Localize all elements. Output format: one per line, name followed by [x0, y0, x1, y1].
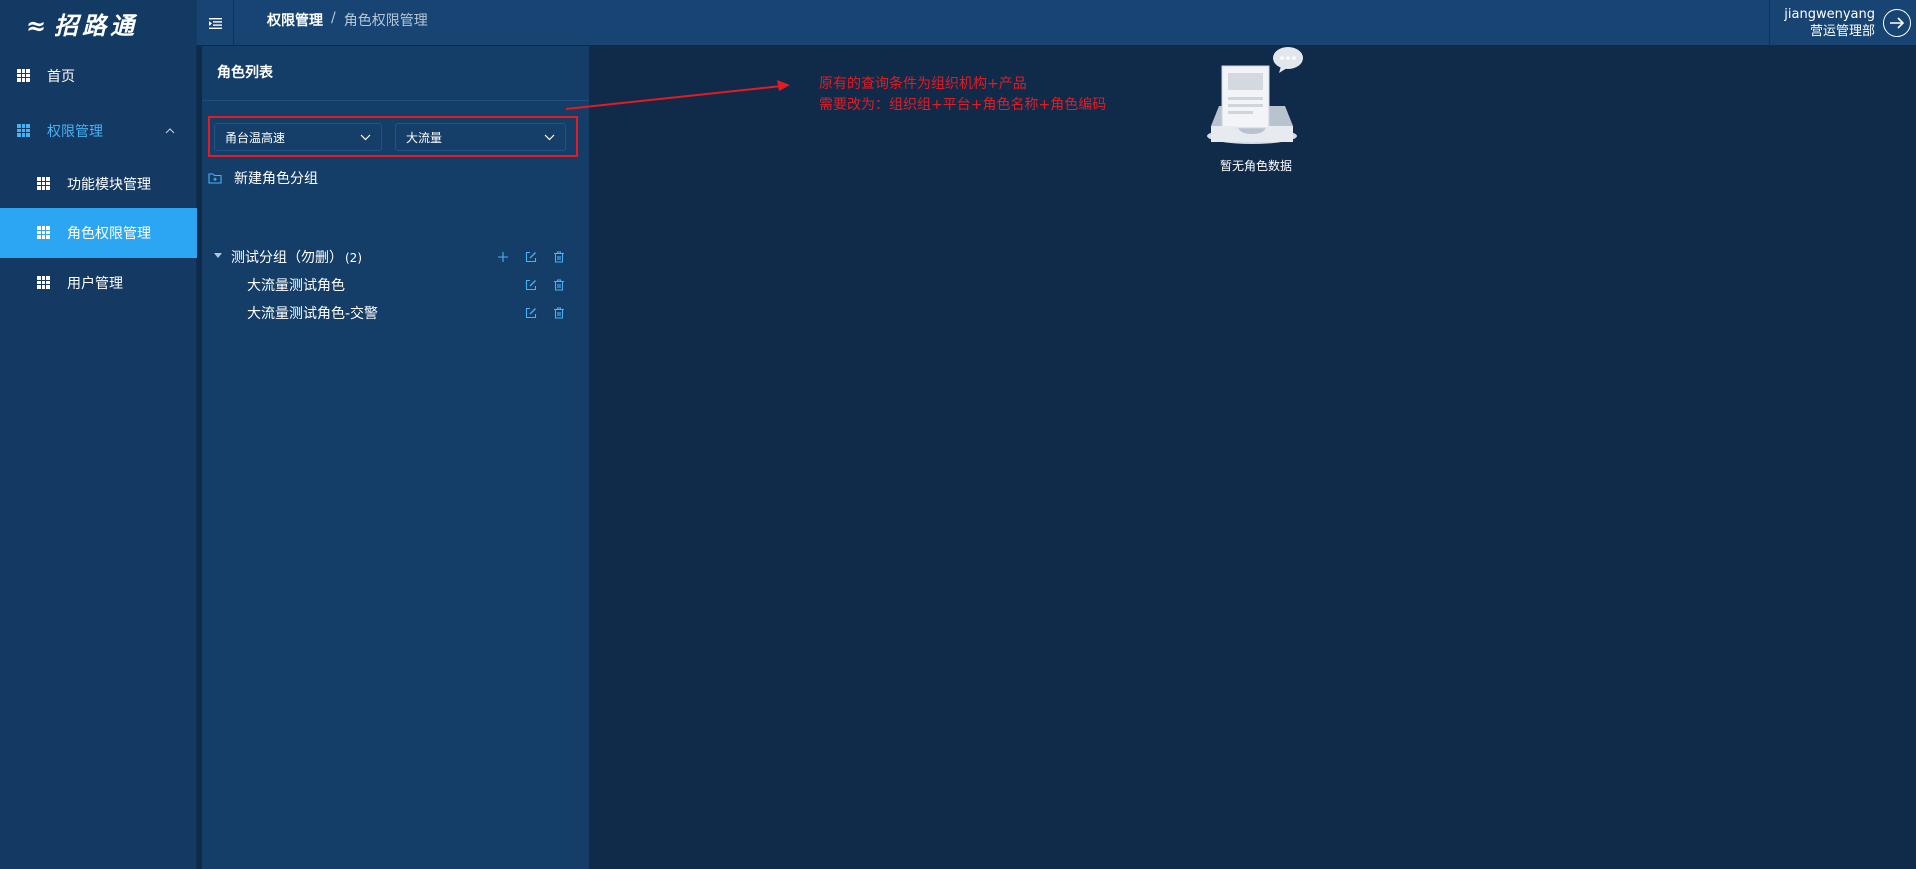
logo-swoosh-icon: ≈: [26, 10, 51, 40]
sidebar: 首页 权限管理 功能模块管理 角色权限管理 用户管理: [0, 46, 197, 869]
tree-role-row: 大流量测试角色-交警: [202, 302, 589, 324]
sidebar-item-label: 用户管理: [67, 276, 123, 292]
app-logo[interactable]: ≈ 招路通: [0, 0, 197, 46]
role-list-panel: 角色列表 甬台温高速 大流量 新建角色分组 测试分组（勿删） (2) 大流量测试…: [202, 46, 589, 869]
edit-icon[interactable]: [525, 279, 537, 291]
sidebar-item-label: 角色权限管理: [67, 226, 151, 242]
product-select-value: 大流量: [406, 130, 443, 145]
sidebar-item-module-management[interactable]: 功能模块管理: [0, 159, 197, 209]
folder-add-icon: [208, 173, 222, 184]
grid-icon: [37, 276, 50, 289]
grid-icon: [37, 177, 50, 190]
edit-icon[interactable]: [525, 251, 537, 263]
breadcrumb-separator: /: [331, 10, 336, 26]
logout-arrow-icon: [1890, 17, 1905, 29]
breadcrumb: 权限管理 / 角色权限管理: [267, 10, 428, 30]
new-role-group-label: 新建角色分组: [234, 171, 318, 187]
menu-fold-icon: [208, 17, 222, 29]
sidebar-item-label: 首页: [47, 69, 75, 85]
logo-text: 招路通: [54, 10, 139, 40]
edit-icon[interactable]: [525, 307, 537, 319]
grid-icon: [17, 69, 30, 82]
organization-select-value: 甬台温高速: [225, 130, 286, 145]
annotation-line-1: 原有的查询条件为组织机构+产品: [819, 76, 1027, 92]
delete-icon[interactable]: [553, 251, 565, 263]
panel-title: 角色列表: [217, 65, 273, 81]
caret-down-icon[interactable]: [214, 253, 222, 259]
annotation-line-2: 需要改为：组织组+平台+角色名称+角色编码: [819, 97, 1107, 113]
sidebar-item-label: 功能模块管理: [67, 177, 151, 193]
sidebar-item-home[interactable]: 首页: [0, 51, 197, 101]
chevron-down-icon: [360, 134, 371, 141]
tree-group-label[interactable]: 测试分组（勿删） (2): [231, 247, 362, 267]
divider: [202, 100, 589, 101]
chevron-down-icon: [544, 134, 555, 141]
sidebar-item-permission[interactable]: 权限管理: [0, 106, 197, 156]
product-select[interactable]: 大流量: [395, 123, 566, 151]
grid-icon: [37, 226, 50, 239]
user-info: jiangwenyang 营运管理部: [1784, 6, 1875, 40]
organization-select[interactable]: 甬台温高速: [214, 123, 382, 151]
add-icon[interactable]: [497, 251, 509, 263]
breadcrumb-parent[interactable]: 权限管理: [267, 10, 323, 30]
group-count: (2): [345, 251, 362, 265]
tree-role-row: 大流量测试角色: [202, 274, 589, 296]
sidebar-item-label: 权限管理: [47, 124, 103, 140]
group-name: 测试分组（勿删）: [231, 250, 343, 266]
empty-state-text: 暂无角色数据: [1219, 159, 1292, 173]
user-department: 营运管理部: [1809, 24, 1875, 39]
new-role-group-button[interactable]: 新建角色分组: [208, 168, 318, 188]
sidebar-item-user-management[interactable]: 用户管理: [0, 258, 197, 308]
top-header: ≈ 招路通 权限管理 / 角色权限管理 jiangwenyang 营运管理部: [0, 0, 1916, 46]
role-name[interactable]: 大流量测试角色: [247, 275, 345, 295]
breadcrumb-current: 角色权限管理: [343, 13, 428, 29]
sidebar-item-role-permission[interactable]: 角色权限管理: [0, 208, 197, 258]
user-area: jiangwenyang 营运管理部: [1769, 0, 1916, 46]
role-name[interactable]: 大流量测试角色-交警: [247, 303, 378, 323]
delete-icon[interactable]: [553, 279, 565, 291]
grid-icon: [17, 124, 30, 137]
delete-icon[interactable]: [553, 307, 565, 319]
chevron-up-icon: [165, 128, 175, 134]
logout-button[interactable]: [1883, 9, 1911, 37]
menu-toggle-button[interactable]: [197, 0, 234, 46]
user-name: jiangwenyang: [1784, 7, 1875, 22]
annotation-note: 原有的查询条件为组织机构+产品 需要改为：组织组+平台+角色名称+角色编码: [819, 74, 1106, 116]
tree-group-row: 测试分组（勿删） (2): [202, 246, 589, 268]
